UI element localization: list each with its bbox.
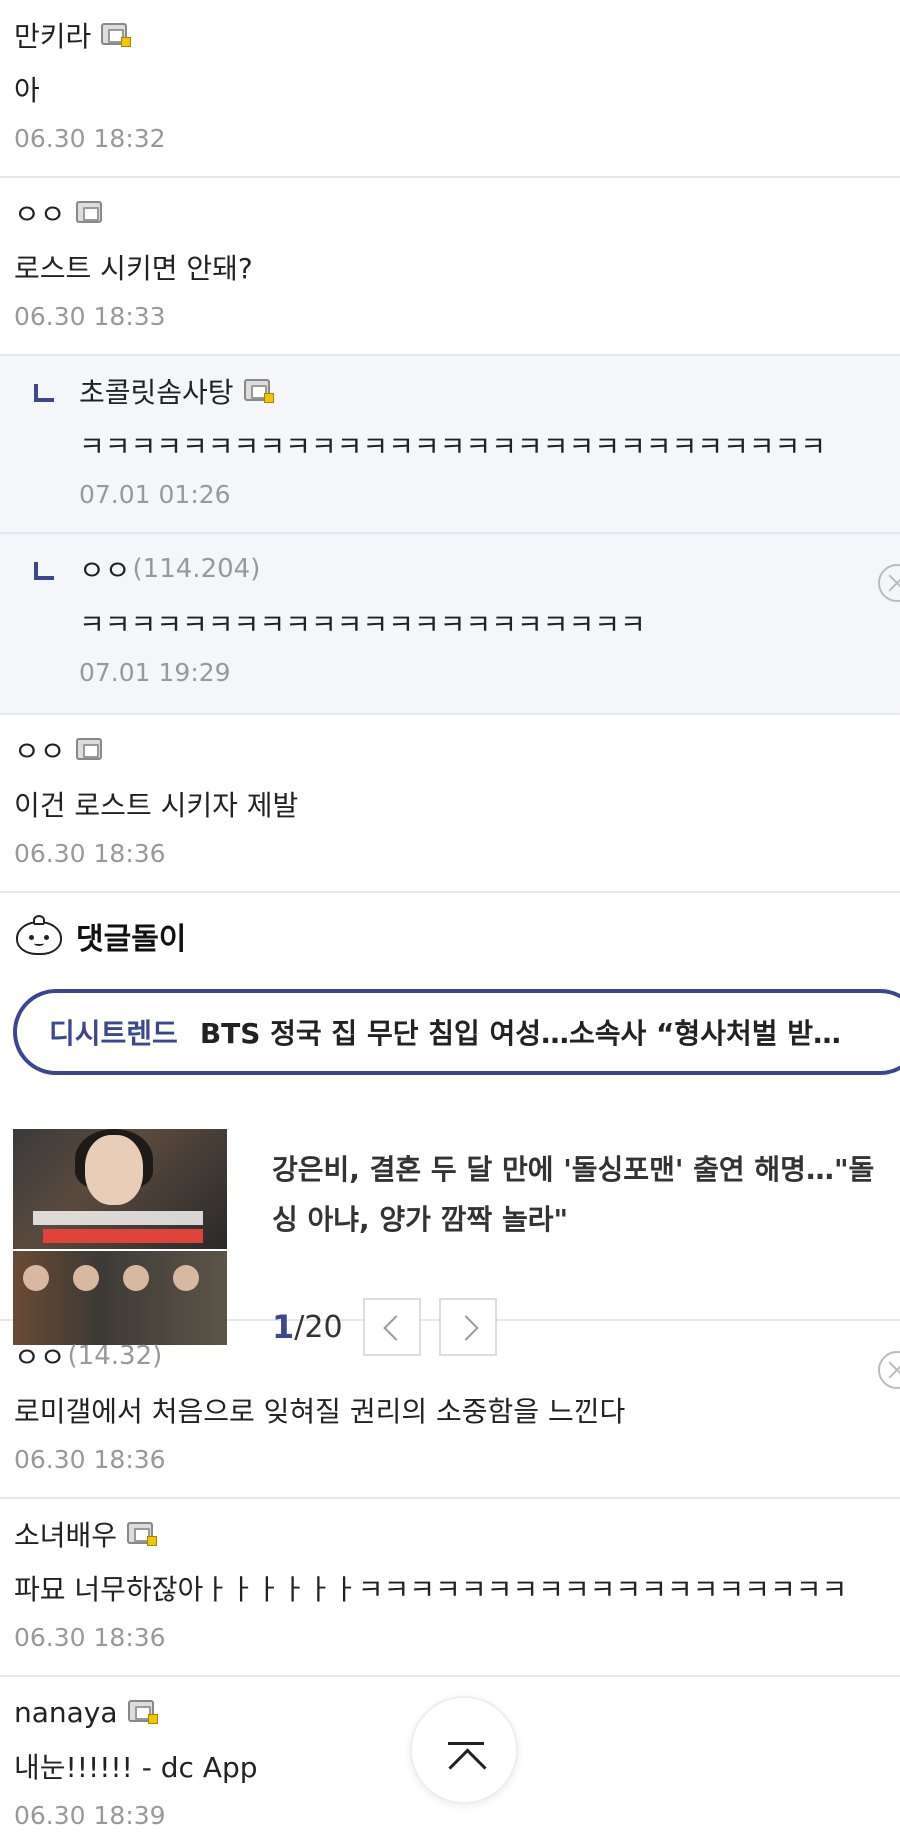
trend-label: 디시트렌드 bbox=[49, 1017, 178, 1050]
comment-date: 07.01 19:29 bbox=[79, 657, 231, 687]
author-nickname[interactable]: nanaya bbox=[14, 1696, 118, 1729]
comment-item: 만키라 아 06.30 18:32 bbox=[0, 0, 900, 178]
comment-date: 06.30 18:36 bbox=[14, 838, 166, 868]
comment-item: ㅇㅇ 이건 로스트 시키자 제발 06.30 18:36 bbox=[0, 715, 900, 893]
dumpling-mascot-icon bbox=[14, 915, 64, 957]
reply-arrow-icon bbox=[34, 562, 54, 580]
gallog-icon[interactable] bbox=[75, 738, 106, 762]
comment-item: 소녀배우 파묘 너무하잖아ㅏㅏㅏㅏㅏㅏㅋㅋㅋㅋㅋㅋㅋㅋㅋㅋㅋㅋㅋㅋㅋㅋㅋㅋㅋ 0… bbox=[0, 1499, 900, 1677]
comment-text: 로미갤에서 처음으로 잊혀질 권리의 소중함을 느낀다 bbox=[14, 1395, 626, 1428]
comment-text: 이건 로스트 시키자 제발 bbox=[14, 789, 299, 822]
comment-author[interactable]: 만키라 bbox=[14, 14, 886, 56]
comment-author[interactable]: ㅇㅇ (14.32) bbox=[14, 1335, 886, 1377]
news-thumbnail[interactable] bbox=[13, 1129, 227, 1345]
author-nickname[interactable]: ㅇㅇ bbox=[14, 193, 66, 233]
comment-text: 로스트 시키면 안돼? bbox=[14, 252, 253, 285]
comment-text: ㅋㅋㅋㅋㅋㅋㅋㅋㅋㅋㅋㅋㅋㅋㅋㅋㅋㅋㅋㅋㅋㅋ bbox=[79, 608, 646, 641]
comment-author[interactable]: ㅇㅇ (114.204) bbox=[79, 548, 886, 590]
comment-item: ㅇㅇ 로스트 시키면 안돼? 06.30 18:33 bbox=[0, 178, 900, 356]
comment-date: 06.30 18:33 bbox=[14, 301, 166, 331]
author-nickname[interactable]: ㅇㅇ bbox=[14, 730, 66, 770]
gallog-fixed-icon[interactable] bbox=[101, 23, 132, 47]
author-nickname[interactable]: ㅇㅇ bbox=[14, 1336, 66, 1376]
dcinside-trend-banner[interactable]: 디시트렌드 BTS 정국 집 무단 침입 여성…소속사 “형사처벌 받… bbox=[13, 989, 900, 1075]
gallog-fixed-icon[interactable] bbox=[127, 1522, 158, 1546]
comment-text: 파묘 너무하잖아ㅏㅏㅏㅏㅏㅏㅋㅋㅋㅋㅋㅋㅋㅋㅋㅋㅋㅋㅋㅋㅋㅋㅋㅋㅋ bbox=[14, 1573, 848, 1606]
author-nickname[interactable]: ㅇㅇ bbox=[79, 549, 131, 589]
comment-bot-header: 댓글돌이 bbox=[14, 913, 186, 959]
author-nickname[interactable]: 초콜릿솜사탕 bbox=[79, 371, 234, 411]
trend-headline[interactable]: BTS 정국 집 무단 침입 여성…소속사 “형사처벌 받… bbox=[200, 1012, 841, 1052]
comment-author[interactable]: ㅇㅇ bbox=[14, 192, 886, 234]
comment-date: 06.30 18:36 bbox=[14, 1622, 166, 1652]
comment-date: 06.30 18:36 bbox=[14, 1444, 166, 1474]
author-ip: (114.204) bbox=[132, 554, 261, 584]
news-headline-line[interactable]: 싱 아냐, 양가 깜짝 놀라" bbox=[272, 1195, 900, 1245]
gallog-fixed-icon[interactable] bbox=[243, 379, 274, 403]
news-headline[interactable]: 강은비, 결혼 두 달 만에 '돌싱포맨' 출연 해명…"돌 싱 아냐, 양가 … bbox=[272, 1145, 900, 1245]
comment-bot-section: 댓글돌이 디시트렌드 BTS 정국 집 무단 침입 여성…소속사 “형사처벌 받… bbox=[0, 893, 900, 1356]
gallog-fixed-icon[interactable] bbox=[127, 1700, 158, 1724]
comment-author[interactable]: 소녀배우 bbox=[14, 1513, 886, 1555]
reply-arrow-icon bbox=[34, 384, 54, 402]
comment-date: 06.30 18:32 bbox=[14, 123, 166, 153]
news-headline-line[interactable]: 강은비, 결혼 두 달 만에 '돌싱포맨' 출연 해명…"돌 bbox=[272, 1145, 900, 1195]
reply-item: 초콜릿솜사탕 ㅋㅋㅋㅋㅋㅋㅋㅋㅋㅋㅋㅋㅋㅋㅋㅋㅋㅋㅋㅋㅋㅋㅋㅋㅋㅋㅋㅋㅋ 07.… bbox=[0, 356, 900, 534]
reply-item: ㅇㅇ (114.204) ㅋㅋㅋㅋㅋㅋㅋㅋㅋㅋㅋㅋㅋㅋㅋㅋㅋㅋㅋㅋㅋㅋ 07.0… bbox=[0, 534, 900, 715]
comment-bot-title: 댓글돌이 bbox=[76, 922, 187, 957]
comment-item: ㅇㅇ (14.32) 로미갤에서 처음으로 잊혀질 권리의 소중함을 느낀다 0… bbox=[0, 1321, 900, 1499]
comment-date: 07.01 01:26 bbox=[79, 479, 231, 509]
gallog-icon[interactable] bbox=[75, 201, 106, 225]
author-nickname[interactable]: 소녀배우 bbox=[14, 1514, 117, 1554]
scroll-to-top-button[interactable] bbox=[410, 1696, 518, 1804]
comment-author[interactable]: 초콜릿솜사탕 bbox=[79, 370, 886, 412]
comment-text: 아 bbox=[14, 74, 40, 107]
author-nickname[interactable]: 만키라 bbox=[14, 15, 91, 55]
comment-list: 만키라 아 06.30 18:32 ㅇㅇ 로스트 시키면 안돼? 06.30 1… bbox=[0, 0, 900, 1846]
comment-author[interactable]: ㅇㅇ bbox=[14, 729, 886, 771]
comment-text: ㅋㅋㅋㅋㅋㅋㅋㅋㅋㅋㅋㅋㅋㅋㅋㅋㅋㅋㅋㅋㅋㅋㅋㅋㅋㅋㅋㅋㅋ bbox=[79, 430, 827, 463]
author-ip: (14.32) bbox=[67, 1341, 163, 1371]
